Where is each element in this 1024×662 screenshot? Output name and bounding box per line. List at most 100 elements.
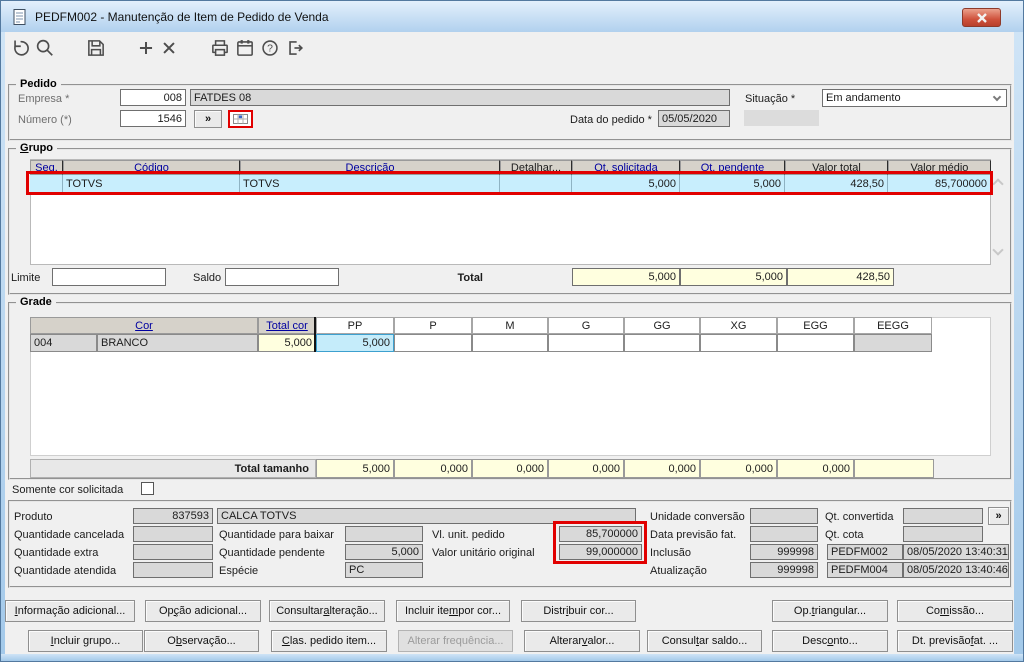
dt-previsao-fat-button[interactable]: Dt. previsão f at. ... (897, 630, 1013, 652)
save-icon (88, 40, 104, 56)
add-button[interactable] (135, 37, 157, 59)
atualizacao-programa-field: PEDFM004 (827, 562, 903, 578)
incluir-item-por-cor-button[interactable]: Incluir ite m por cor... (396, 600, 510, 622)
opcao-adicional-button[interactable]: Op ç ão adicional... (145, 600, 261, 622)
exit-icon (289, 41, 304, 55)
produto-codigo-field: 837593 (133, 508, 213, 524)
inclusao-label: Inclusão (650, 547, 691, 559)
window-title: PEDFM002 - Manutenção de Item de Pedido … (35, 9, 329, 24)
total-qt-solicitada-field: 5,000 (572, 268, 680, 286)
x-icon (163, 42, 175, 54)
mini-calendar-icon (233, 114, 248, 124)
grade-cell-eegg (854, 334, 932, 352)
numero-input[interactable] (120, 110, 186, 127)
zoom-calendar-button[interactable] (228, 110, 253, 128)
grupo-cell-qt-solicitada: 5,000 (572, 175, 680, 192)
grupo-row-selected[interactable]: TOTVS TOTVS 5,000 5,000 428,50 85,700000 (30, 175, 991, 192)
exit-button[interactable] (284, 37, 306, 59)
op-triangular-button[interactable]: Op. t riangular... (772, 600, 888, 622)
grade-cell-p[interactable] (394, 334, 472, 352)
situacao-spacer (744, 110, 819, 126)
total-tamanho-g: 0,000 (548, 459, 624, 478)
total-tamanho-m: 0,000 (472, 459, 548, 478)
grupo-cell-detalhar (500, 175, 572, 192)
qtd-baixar-label: Quantidade para baixar (219, 529, 334, 541)
grade-cell-pp[interactable]: 5,000 (316, 334, 394, 352)
grade-cell-codigo: 004 (30, 334, 97, 352)
grupo-col-qt-solicitada[interactable]: Qt. solicitada (572, 160, 680, 175)
grupo-col-codigo[interactable]: Código (63, 160, 240, 175)
grupo-col-descricao[interactable]: Descrição (240, 160, 500, 175)
observacao-button[interactable]: Ob servação... (144, 630, 259, 652)
situacao-value: Em andamento (826, 92, 901, 104)
consultar-alteracao-button[interactable]: Consultar a lteração... (269, 600, 385, 622)
clas-pedido-item-button[interactable]: Clas. pedido item... (271, 630, 387, 652)
qtd-cancelada-label: Quantidade cancelada (14, 529, 125, 541)
data-pedido-field: 05/05/2020 (658, 110, 730, 127)
total-tamanho-gg: 0,000 (624, 459, 700, 478)
grade-col-total-cor[interactable]: Total cor (258, 317, 316, 334)
grupo-col-valor-medio: Valor médio (888, 160, 991, 175)
numero-expand-button[interactable]: » (194, 110, 222, 128)
title-bar: PEDFM002 - Manutenção de Item de Pedido … (1, 1, 1023, 32)
vl-orig-field: 99,000000 (559, 544, 642, 560)
grupo-col-qt-pendente[interactable]: Qt. pendente (680, 160, 785, 175)
grupo-cell-valor-total: 428,50 (785, 175, 888, 192)
detalhes-expand-button[interactable]: » (988, 507, 1009, 525)
data-pedido-label: Data do pedido * (570, 114, 652, 126)
total-qt-pendente-field: 5,000 (680, 268, 787, 286)
grade-col-p: P (394, 317, 472, 334)
somente-cor-label: Somente cor solicitada (12, 484, 124, 496)
somente-cor-checkbox[interactable] (141, 482, 154, 495)
close-button[interactable] (962, 8, 1001, 27)
informacao-adicional-button[interactable]: Informação adicional... (5, 600, 135, 622)
grade-col-cor[interactable]: Cor (30, 317, 258, 334)
total-tamanho-eegg (854, 459, 934, 478)
limite-input[interactable] (52, 268, 166, 286)
comissao-button[interactable]: Co m issão... (897, 600, 1013, 622)
svg-text:?: ? (267, 44, 273, 55)
situacao-label: Situação * (745, 93, 796, 105)
calendar-icon (237, 40, 253, 56)
incluir-grupo-button[interactable]: Incluir grupo... (28, 630, 143, 652)
grupo-cell-codigo: TOTVS (63, 175, 240, 192)
desconto-button[interactable]: Desc o nto... (772, 630, 888, 652)
unidade-conv-field (750, 508, 818, 524)
qtd-pendente-label: Quantidade pendente (219, 547, 325, 559)
calendar-button[interactable] (234, 37, 256, 59)
search-button[interactable] (34, 37, 56, 59)
save-button[interactable] (85, 37, 107, 59)
close-icon (976, 12, 987, 23)
total-tamanho-xg: 0,000 (700, 459, 777, 478)
print-button[interactable] (209, 37, 231, 59)
grade-cell-m[interactable] (472, 334, 548, 352)
grupo-cell-valor-medio: 85,700000 (888, 175, 991, 192)
grupo-col-seq[interactable]: Seq. (30, 160, 63, 175)
alterar-valor-button[interactable]: Alterar v alor... (524, 630, 640, 652)
document-icon (13, 9, 26, 25)
distribuir-cor-button[interactable]: Distr i buir cor... (521, 600, 636, 622)
grade-cell-g[interactable] (548, 334, 624, 352)
total-tamanho-pp: 5,000 (316, 459, 394, 478)
inclusao-programa-field: PEDFM002 (827, 544, 903, 560)
undo-icon (14, 40, 29, 56)
delete-button[interactable] (158, 37, 180, 59)
grade-col-egg: EGG (777, 317, 854, 334)
grade-cell-egg[interactable] (777, 334, 854, 352)
saldo-input[interactable] (225, 268, 339, 286)
help-icon: ? (262, 40, 278, 56)
grade-cell-gg[interactable] (624, 334, 700, 352)
undo-button[interactable] (10, 37, 32, 59)
consultar-saldo-button[interactable]: Consul t ar saldo... (647, 630, 762, 652)
limite-label: Limite (11, 272, 41, 284)
inclusao-usuario-field: 999998 (750, 544, 818, 560)
grupo-cell-descricao: TOTVS (240, 175, 500, 192)
grade-freeze-divider (314, 317, 316, 352)
qtd-extra-label: Quantidade extra (14, 547, 99, 559)
especie-label: Espécie (219, 565, 259, 577)
grade-cell-xg[interactable] (700, 334, 777, 352)
empresa-input[interactable] (120, 89, 186, 106)
help-button[interactable]: ? (259, 37, 281, 59)
unidade-conv-label: Unidade conversão (650, 511, 745, 523)
situacao-dropdown[interactable]: Em andamento (822, 89, 1007, 107)
